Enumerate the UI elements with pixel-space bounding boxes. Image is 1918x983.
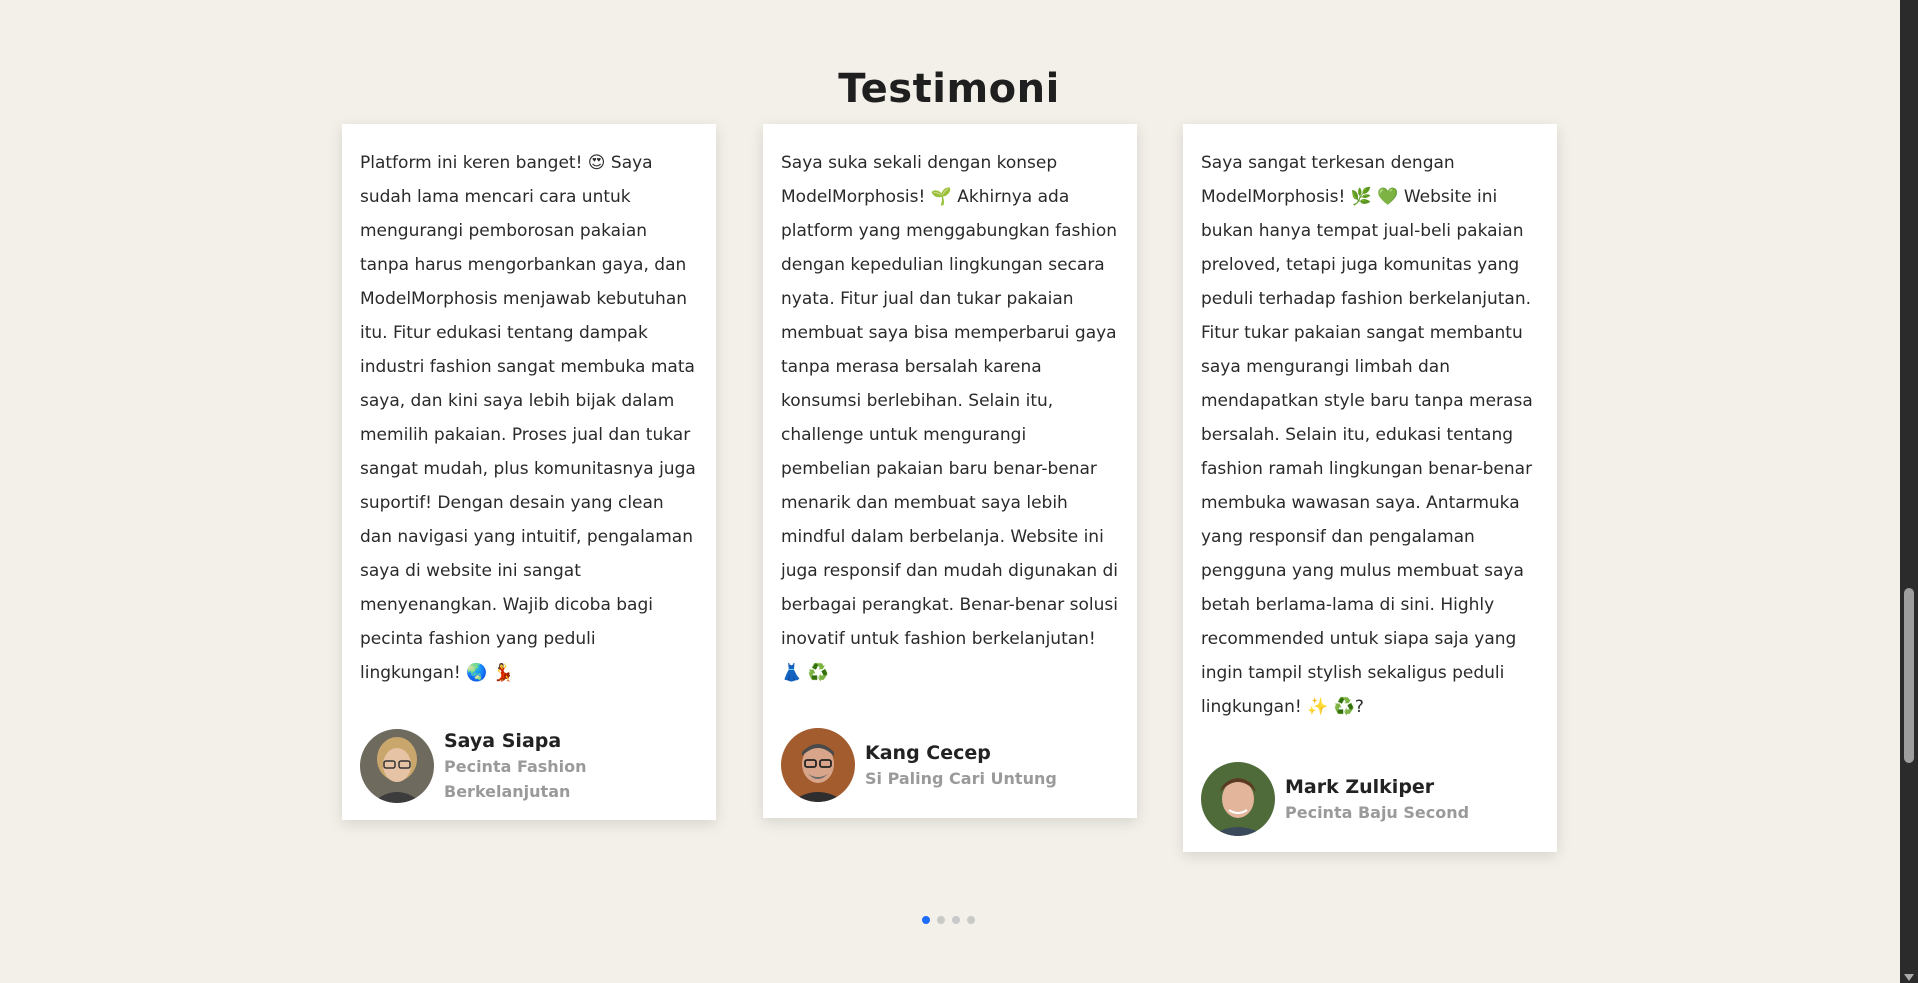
- carousel-dot-4[interactable]: [967, 916, 975, 924]
- carousel-pagination: [922, 916, 975, 924]
- testimonial-card: Platform ini keren banget! 😍 Saya sudah …: [342, 124, 716, 820]
- avatar: [781, 728, 855, 802]
- testimonial-text: Platform ini keren banget! 😍 Saya sudah …: [360, 153, 696, 683]
- testimonial-author: Saya Siapa Pecinta Fashion Berkelanjutan: [360, 728, 698, 804]
- carousel-dot-1[interactable]: [922, 916, 930, 924]
- testimonial-author: Mark Zulkiper Pecinta Baju Second: [1201, 762, 1539, 836]
- author-role: Pecinta Fashion Berkelanjutan: [444, 757, 587, 801]
- avatar: [1201, 762, 1275, 836]
- testimonial-card: Saya sangat terkesan dengan ModelMorphos…: [1183, 124, 1557, 852]
- author-name: Saya Siapa: [444, 730, 562, 752]
- scroll-down-arrow-icon[interactable]: [1904, 974, 1914, 981]
- scrollbar-thumb[interactable]: [1904, 588, 1914, 763]
- section-title: Testimoni: [838, 66, 1060, 112]
- testimonial-author: Kang Cecep Si Paling Cari Untung: [781, 728, 1119, 802]
- author-role: Si Paling Cari Untung: [865, 768, 1057, 788]
- author-name: Kang Cecep: [865, 741, 991, 764]
- author-name: Mark Zulkiper: [1285, 775, 1435, 798]
- testimonial-text: Saya sangat terkesan dengan ModelMorphos…: [1201, 153, 1533, 717]
- testimonial-text: Saya suka sekali dengan konsep ModelMorp…: [781, 153, 1119, 683]
- carousel-dot-3[interactable]: [952, 916, 960, 924]
- vertical-scrollbar[interactable]: [1900, 0, 1918, 983]
- carousel-dot-2[interactable]: [937, 916, 945, 924]
- testimonial-card: Saya suka sekali dengan konsep ModelMorp…: [763, 124, 1137, 818]
- avatar: [360, 729, 434, 803]
- author-role: Pecinta Baju Second: [1285, 802, 1470, 822]
